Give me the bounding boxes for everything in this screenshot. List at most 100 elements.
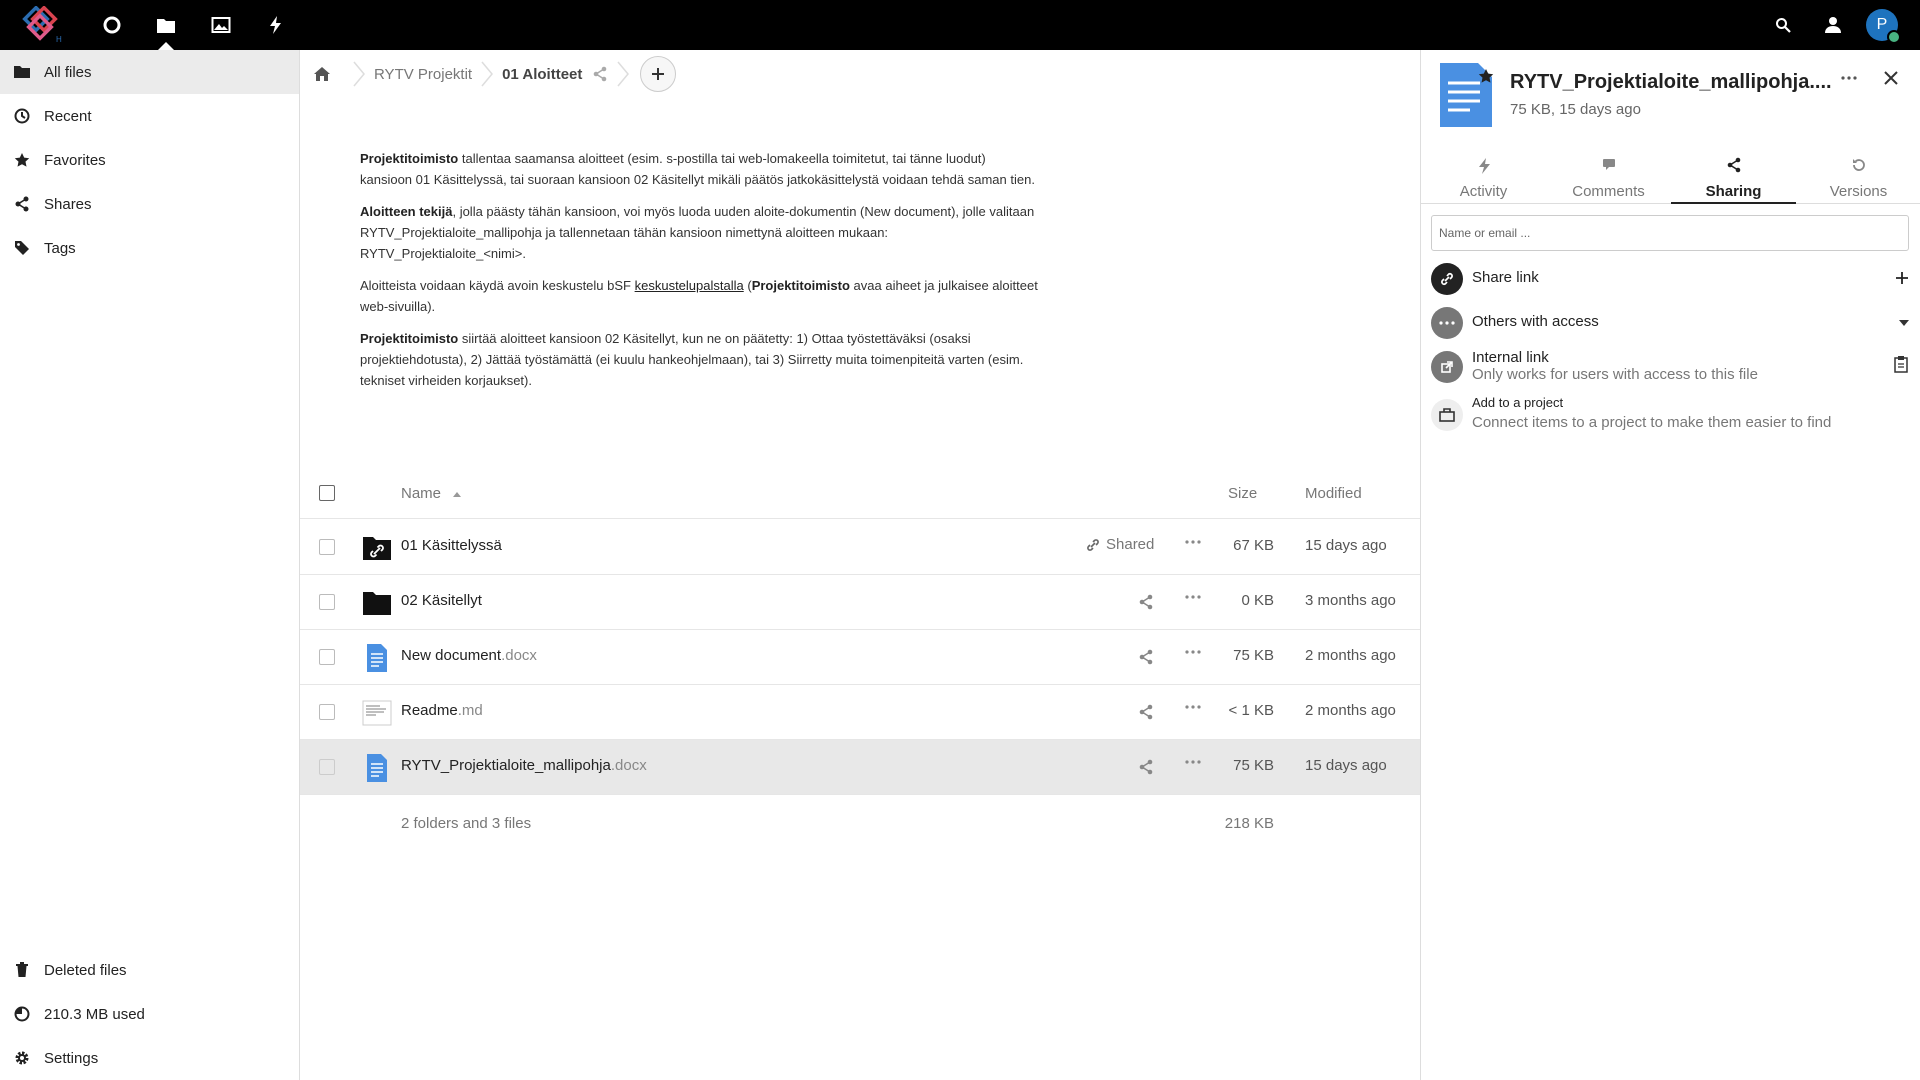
table-row[interactable]: 01 Käsittelyssä Shared 67 KB 15 days ago <box>300 520 1420 575</box>
more-actions-icon[interactable] <box>1185 705 1201 709</box>
more-actions-icon[interactable] <box>1185 760 1201 764</box>
tab-activity[interactable]: Activity <box>1421 146 1546 204</box>
nav-favorites[interactable]: Favorites <box>0 138 299 182</box>
total-size: 218 KB <box>1224 815 1274 832</box>
nav-settings[interactable]: Settings <box>0 1036 299 1080</box>
sort-ascending-icon <box>453 491 462 497</box>
file-summary: 2 folders and 3 files 218 KB <box>300 800 1420 850</box>
tab-sharing[interactable]: Sharing <box>1671 146 1796 204</box>
row-checkbox[interactable] <box>319 704 335 720</box>
shared-folder-icon <box>362 533 392 563</box>
nav-quota[interactable]: 210.3 MB used <box>0 992 299 1036</box>
row-checkbox[interactable] <box>319 594 335 610</box>
share-search-input[interactable] <box>1431 215 1909 251</box>
more-actions-icon[interactable] <box>1185 650 1201 654</box>
files-app-button[interactable] <box>141 0 191 50</box>
file-name[interactable]: 01 Käsittelyssä <box>401 537 502 554</box>
nav-deleted-files[interactable]: Deleted files <box>0 948 299 992</box>
file-name[interactable]: Readme.md <box>401 702 483 719</box>
activity-app-button[interactable] <box>250 0 300 50</box>
user-avatar[interactable]: P <box>1866 9 1901 44</box>
nav-tags[interactable]: Tags <box>0 226 299 270</box>
table-row[interactable]: 02 Käsitellyt 0 KB 3 months ago <box>300 575 1420 630</box>
readme-paragraph: Aloitteista voidaan käydä avoin keskuste… <box>360 278 1038 314</box>
file-count: 2 folders and 3 files <box>401 815 532 832</box>
file-size: < 1 KB <box>1228 702 1274 719</box>
online-status-icon <box>1887 30 1901 44</box>
more-actions-icon[interactable] <box>1185 540 1201 544</box>
file-modified: 15 days ago <box>1305 537 1387 554</box>
share-icon[interactable] <box>1138 594 1154 610</box>
nextcloud-logo[interactable]: H <box>20 6 62 44</box>
contacts-icon <box>1823 16 1843 34</box>
share-link-row[interactable]: Share link <box>1431 257 1911 301</box>
file-list-area: RYTV Projektit 01 Aloitteet Projektitoim… <box>300 50 1420 1080</box>
share-icon[interactable] <box>592 66 608 82</box>
nav-recent[interactable]: Recent <box>0 94 299 138</box>
file-size: 75 KB <box>1233 647 1274 664</box>
breadcrumb-separator <box>480 61 494 87</box>
folder-icon <box>362 588 392 618</box>
add-share-link-icon[interactable] <box>1895 271 1909 285</box>
sidebar-tabs: Activity Comments Sharing Versions <box>1421 146 1920 204</box>
external-link-icon <box>1431 351 1463 383</box>
row-checkbox[interactable] <box>319 539 335 555</box>
nav-all-files[interactable]: All files <box>0 50 299 94</box>
search-button[interactable] <box>1761 0 1805 50</box>
others-with-access-row[interactable]: Others with access <box>1431 301 1911 345</box>
sidebar-file-meta: 75 KB, 15 days ago <box>1510 101 1641 118</box>
text-file-thumbnail-icon <box>362 698 392 728</box>
svg-text:H: H <box>56 35 62 44</box>
contacts-button[interactable] <box>1811 0 1855 50</box>
breadcrumb-item[interactable]: RYTV Projektit <box>374 66 472 83</box>
plus-icon <box>651 67 665 81</box>
select-all-checkbox[interactable] <box>319 485 335 501</box>
breadcrumb-separator <box>616 61 630 87</box>
breadcrumb-separator <box>352 61 366 87</box>
share-icon[interactable] <box>1138 649 1154 665</box>
share-icon[interactable] <box>1138 704 1154 720</box>
details-sidebar: RYTV_Projektialoite_mallipohja.... 75 KB… <box>1420 50 1920 1080</box>
row-checkbox[interactable] <box>319 759 335 775</box>
table-row[interactable]: New document.docx 75 KB 2 months ago <box>300 630 1420 685</box>
add-to-project-row[interactable]: Add to a project Connect items to a proj… <box>1431 393 1911 437</box>
table-row[interactable]: RYTV_Projektialoite_mallipohja.docx 75 K… <box>300 740 1420 795</box>
size-column-header[interactable]: Size <box>1228 485 1257 502</box>
modified-column-header[interactable]: Modified <box>1305 485 1362 502</box>
internal-link-row[interactable]: Internal link Only works for users with … <box>1431 345 1911 389</box>
more-icon <box>1431 307 1463 339</box>
shared-status-button[interactable]: Shared <box>1086 536 1154 553</box>
tab-versions[interactable]: Versions <box>1796 146 1920 204</box>
table-row[interactable]: Readme.md < 1 KB 2 months ago <box>300 685 1420 740</box>
share-icon[interactable] <box>1138 759 1154 775</box>
readme-paragraph: Projektitoimisto tallentaa saamansa aloi… <box>360 151 1035 187</box>
more-actions-icon[interactable] <box>1185 595 1201 599</box>
file-name[interactable]: RYTV_Projektialoite_mallipohja.docx <box>401 757 647 774</box>
file-name[interactable]: 02 Käsitellyt <box>401 592 482 609</box>
lightning-icon <box>267 15 283 35</box>
breadcrumb-current[interactable]: 01 Aloitteet <box>502 66 582 83</box>
clipboard-icon[interactable] <box>1893 355 1909 373</box>
search-icon <box>1775 17 1791 33</box>
nav-shares[interactable]: Shares <box>0 182 299 226</box>
name-column-header[interactable]: Name <box>401 485 462 502</box>
dashboard-app-button[interactable] <box>87 0 137 50</box>
comment-icon <box>1546 157 1671 177</box>
star-icon <box>0 152 44 168</box>
file-name[interactable]: New document.docx <box>401 647 537 664</box>
pie-icon <box>0 1006 44 1022</box>
home-breadcrumb[interactable] <box>300 67 344 81</box>
file-modified: 2 months ago <box>1305 702 1396 719</box>
chevron-down-icon[interactable] <box>1899 320 1909 326</box>
close-icon[interactable] <box>1883 70 1899 86</box>
readme-preview: Projektitoimisto tallentaa saamansa aloi… <box>360 148 1040 464</box>
file-size: 67 KB <box>1233 537 1274 554</box>
new-file-button[interactable] <box>640 56 677 92</box>
forum-link[interactable]: keskustelupalstalla <box>635 278 744 293</box>
photos-app-button[interactable] <box>196 0 246 50</box>
home-icon <box>314 67 330 81</box>
tab-comments[interactable]: Comments <box>1546 146 1671 204</box>
link-icon <box>1086 538 1100 552</box>
more-actions-icon[interactable] <box>1841 76 1857 80</box>
row-checkbox[interactable] <box>319 649 335 665</box>
